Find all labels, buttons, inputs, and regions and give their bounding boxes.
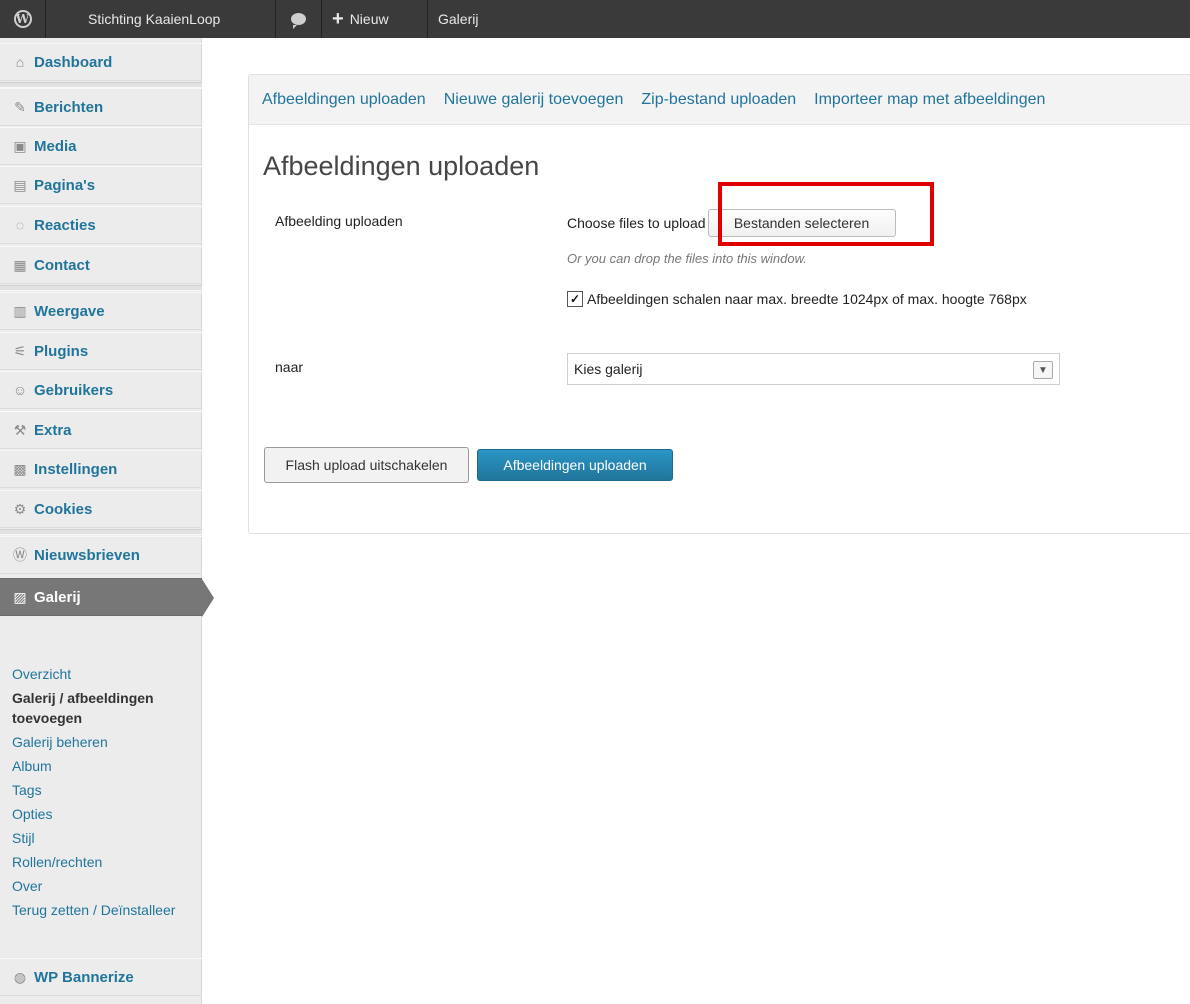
menu-weergave[interactable]: ▥ Weergave (0, 292, 202, 330)
menu-separator (0, 285, 202, 291)
admin-bar: W Stichting KaaienLoop + Nieuw Galerij (0, 0, 1190, 38)
submenu-over[interactable]: Over (0, 874, 204, 898)
menu-dashboard[interactable]: ⌂ Dashboard (0, 43, 202, 81)
house-icon: ⌂ (15, 54, 25, 70)
menu-paginas[interactable]: ▤ Pagina's (0, 166, 202, 204)
menu-label: Gebruikers (34, 381, 114, 399)
gallery-select[interactable]: Kies galerij ▼ (567, 353, 1060, 385)
menu-media[interactable]: ▣ Media (0, 127, 202, 165)
galerij-submenu: Overzicht Galerij / afbeeldingen toevoeg… (0, 654, 202, 922)
upload-images-button[interactable]: Afbeeldingen uploaden (477, 449, 673, 481)
submenu-stijl[interactable]: Stijl (0, 826, 204, 850)
plug-icon: ⚟ (13, 342, 27, 359)
menu-cookies[interactable]: ⚙ Cookies (0, 490, 202, 528)
tab-afbeeldingen-uploaden[interactable]: Afbeeldingen uploaden (262, 91, 426, 109)
menu-label: Nieuwsbrieven (34, 546, 140, 564)
submenu-overzicht[interactable]: Overzicht (0, 662, 204, 686)
menu-galerij[interactable]: ▨ Galerij (0, 578, 214, 617)
menu-separator (0, 529, 202, 535)
submenu-opties[interactable]: Opties (0, 802, 204, 826)
tab-nieuwe-galerij[interactable]: Nieuwe galerij toevoegen (444, 91, 624, 109)
page-title: Afbeeldingen uploaden (263, 151, 540, 181)
comment-bubble-icon (291, 13, 306, 29)
menu-nieuwsbrieven[interactable]: Ⓦ Nieuwsbrieven (0, 536, 202, 574)
menu-label: Galerij (34, 588, 81, 606)
menu-label: Reacties (34, 216, 96, 234)
highlight-box (718, 182, 934, 246)
gallery-admin-link[interactable]: Galerij (428, 0, 508, 38)
comments-link[interactable] (276, 0, 322, 38)
media-icon: ▣ (13, 137, 27, 154)
admin-sidebar: ⌂ Dashboard ✎ Berichten ▣ Media ▤ Pagina's ◌… (0, 38, 214, 1004)
comment-icon: ◌ (15, 217, 25, 233)
chevron-down-icon: ▼ (1033, 361, 1053, 379)
menu-label: Cookies (34, 500, 93, 518)
wordpress-icon: Ⓦ (13, 547, 27, 563)
submenu-rollen[interactable]: Rollen/rechten (0, 850, 204, 874)
submenu-album[interactable]: Album (0, 754, 204, 778)
menu-label: Berichten (34, 98, 104, 116)
menu-instellingen[interactable]: ▩ Instellingen (0, 450, 202, 488)
menu-label: WP Bannerize (34, 968, 134, 986)
menu-label: Plugins (34, 342, 89, 360)
menu-wp-bannerize[interactable]: ◍ WP Bannerize (0, 958, 202, 996)
menu-gebruikers[interactable]: ☺ Gebruikers (0, 371, 202, 409)
submenu-galerij-beheren[interactable]: Galerij beheren (0, 730, 204, 754)
menu-label: Contact (34, 256, 90, 274)
menu-berichten[interactable]: ✎ Berichten (0, 88, 202, 126)
menu-label: Media (34, 137, 77, 155)
globe-icon: ◍ (13, 968, 27, 985)
disable-flash-button[interactable]: Flash upload uitschakelen (264, 447, 469, 483)
menu-plugins[interactable]: ⚟ Plugins (0, 332, 202, 370)
menu-label: Instellingen (34, 460, 118, 478)
plus-icon: + (332, 8, 344, 30)
drop-hint: Or you can drop the files into this wind… (567, 251, 807, 266)
contact-icon: ▦ (13, 256, 27, 273)
menu-reacties[interactable]: ◌ Reacties (0, 206, 202, 244)
menu-label: Pagina's (34, 176, 96, 194)
settings-icon: ▩ (13, 460, 27, 477)
upload-label: Afbeelding uploaden (275, 213, 403, 229)
pages-icon: ▤ (13, 176, 27, 193)
upload-tabs: Afbeeldingen uploaden Nieuwe galerij toe… (249, 75, 1190, 125)
pin-icon: ✎ (14, 98, 26, 115)
menu-label: Dashboard (34, 53, 113, 71)
site-name-link[interactable]: Stichting KaaienLoop (46, 0, 276, 38)
menu-label: Weergave (34, 302, 105, 320)
new-content-menu[interactable]: + Nieuw (322, 0, 428, 38)
submenu-afbeeldingen-toevoegen[interactable]: Galerij / afbeeldingen toevoegen (0, 686, 204, 730)
tab-zip-uploaden[interactable]: Zip-bestand uploaden (641, 91, 796, 109)
submenu-tags[interactable]: Tags (0, 778, 204, 802)
gallery-select-value: Kies galerij (574, 361, 643, 377)
gallery-upload-panel: Afbeeldingen uploaden Nieuwe galerij toe… (248, 74, 1190, 534)
appearance-icon: ▥ (13, 302, 27, 319)
resize-label: Afbeeldingen schalen naar max. breedte 1… (587, 291, 1027, 307)
users-icon: ☺ (12, 382, 28, 398)
resize-option: ✓ Afbeeldingen schalen naar max. breedte… (567, 291, 1027, 307)
submenu-deinstalleer[interactable]: Terug zetten / Deïnstalleer (0, 898, 204, 922)
menu-extra[interactable]: ⚒ Extra (0, 411, 202, 449)
tools-icon: ⚒ (13, 421, 27, 438)
gear-icon: ⚙ (13, 500, 27, 517)
new-label: Nieuw (349, 11, 389, 27)
wp-logo-menu[interactable]: W (0, 0, 46, 38)
gallery-icon: ▨ (13, 588, 27, 605)
tab-importeer-map[interactable]: Importeer map met afbeeldingen (814, 91, 1045, 109)
to-label: naar (275, 359, 304, 375)
menu-label: Extra (34, 421, 72, 439)
wordpress-logo-icon: W (13, 10, 32, 28)
choose-files-text: Choose files to upload (567, 215, 706, 231)
menu-contact[interactable]: ▦ Contact (0, 246, 202, 284)
resize-checkbox[interactable]: ✓ (567, 291, 583, 307)
